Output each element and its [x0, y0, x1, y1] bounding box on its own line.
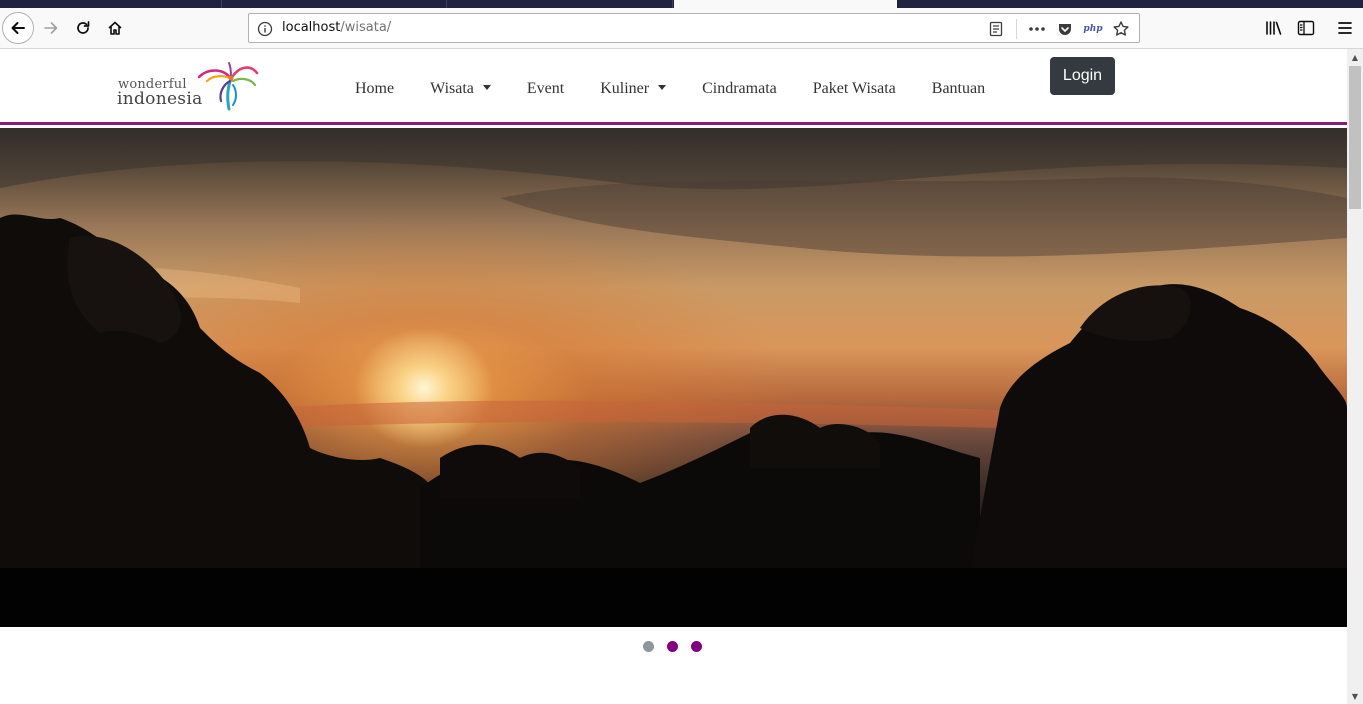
vertical-scrollbar[interactable]: ▲ ▼ — [1347, 49, 1363, 704]
forward-arrow-icon — [44, 22, 58, 34]
carousel-slide-image — [0, 128, 1347, 627]
php-extension-icon[interactable]: php — [1079, 17, 1107, 41]
menu-item-label: Cindramata — [702, 80, 777, 97]
menu-item-label: Wisata — [430, 80, 474, 97]
sidebar-toggle-button[interactable] — [1290, 12, 1322, 44]
library-button[interactable] — [1258, 12, 1290, 44]
menu-item-paket-wisata[interactable]: Paket Wisata — [813, 78, 896, 100]
tab-strip — [0, 0, 1363, 8]
reload-icon — [77, 21, 90, 34]
pocket-icon[interactable] — [1051, 17, 1079, 41]
carousel-indicator-2[interactable] — [667, 641, 678, 652]
browser-toolbar: localhost/wisata/ php — [0, 8, 1363, 49]
site-logo[interactable]: wonderful indonesia — [117, 61, 262, 115]
carousel-indicator-3[interactable] — [691, 641, 702, 652]
library-icon — [1266, 21, 1282, 35]
scrollbar-thumb[interactable] — [1349, 66, 1361, 209]
scroll-down-arrow-icon[interactable]: ▼ — [1347, 688, 1363, 704]
menu-item-label: Kuliner — [600, 80, 650, 97]
bookmark-star-icon[interactable] — [1107, 17, 1135, 41]
hamburger-menu-icon — [1338, 22, 1352, 34]
dropdown-caret-icon — [658, 85, 667, 90]
home-icon — [108, 21, 122, 35]
carousel-indicator-1[interactable] — [643, 641, 654, 652]
scroll-up-arrow-icon[interactable]: ▲ — [1347, 49, 1363, 65]
menu-item-label: Home — [355, 80, 395, 97]
browser-tab[interactable] — [223, 0, 447, 8]
menu-item-event[interactable]: Event — [527, 78, 564, 100]
reload-button[interactable] — [67, 12, 99, 44]
menu-item-cindramata[interactable]: Cindramata — [702, 78, 777, 100]
menu-item-wisata[interactable]: Wisata — [430, 78, 491, 100]
menu-item-home[interactable]: Home — [355, 78, 394, 100]
menu-item-kuliner[interactable]: Kuliner — [600, 78, 667, 100]
separator — [1016, 19, 1017, 39]
url-actions: php — [982, 17, 1135, 41]
page-viewport: wonderful indonesia Home Wisata Event Ku… — [0, 49, 1347, 704]
menu-item-bantuan[interactable]: Bantuan — [932, 78, 985, 100]
logo-text-indonesia: indonesia — [117, 89, 203, 109]
address-bar[interactable]: localhost/wisata/ php — [248, 13, 1140, 43]
home-button[interactable] — [99, 12, 131, 44]
url-text[interactable]: localhost/wisata/ — [282, 20, 391, 35]
back-button[interactable] — [2, 12, 34, 44]
dropdown-caret-icon — [482, 85, 491, 90]
reader-view-icon[interactable] — [982, 17, 1010, 41]
login-button[interactable]: Login — [1050, 57, 1115, 95]
site-info-icon[interactable] — [257, 21, 273, 41]
garuda-bird-icon — [197, 62, 259, 111]
sidebar-icon — [1297, 20, 1315, 36]
browser-tab[interactable] — [448, 0, 673, 8]
menu-item-label: Event — [526, 80, 565, 97]
url-path: /wisata/ — [340, 20, 392, 35]
open-menu-button[interactable] — [1329, 12, 1361, 44]
main-menu: Home Wisata Event Kuliner Cindramata Pak… — [355, 78, 985, 100]
browser-tab[interactable] — [0, 0, 222, 8]
browser-tab-active[interactable] — [674, 0, 897, 8]
carousel-indicators — [643, 641, 715, 653]
menu-item-label: Paket Wisata — [812, 80, 896, 97]
site-header: wonderful indonesia Home Wisata Event Ku… — [0, 49, 1347, 125]
url-host: localhost — [282, 20, 341, 35]
menu-item-label: Bantuan — [931, 80, 986, 97]
back-arrow-icon — [11, 22, 25, 34]
sunset-forest-image — [0, 128, 1347, 627]
forward-button[interactable] — [35, 12, 67, 44]
page-actions-icon[interactable] — [1023, 17, 1051, 41]
